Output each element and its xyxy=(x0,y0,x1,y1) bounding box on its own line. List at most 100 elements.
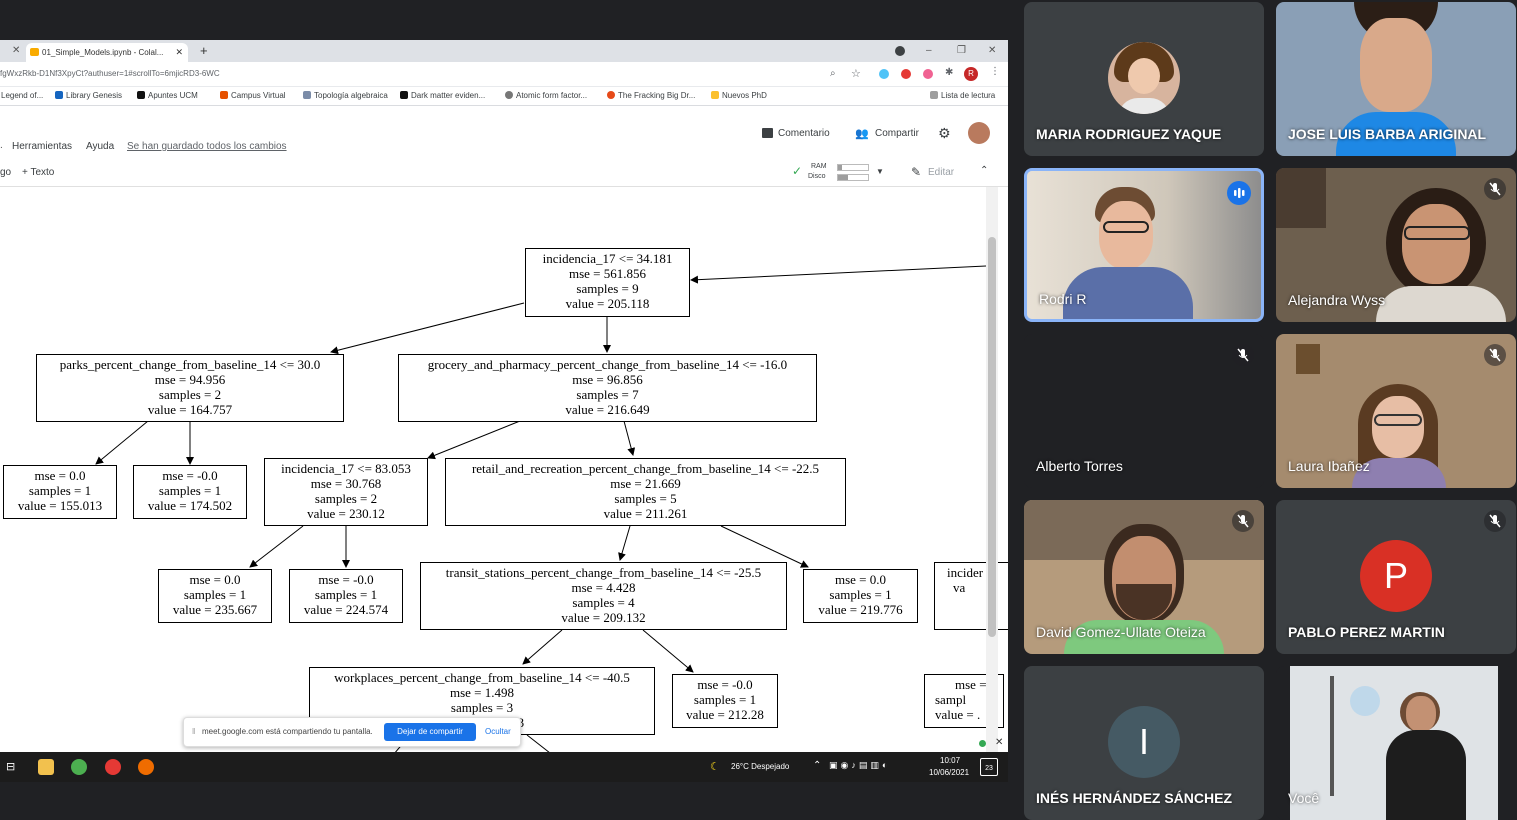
participant-tile[interactable]: David Gomez-Ullate Oteiza xyxy=(1024,500,1264,654)
avatar[interactable] xyxy=(968,122,990,144)
edit-button[interactable]: Editar xyxy=(928,167,954,178)
saved-status[interactable]: Se han guardado todos los cambios xyxy=(127,141,287,152)
tree-output: incidencia_17 <= 34.181 mse = 561.856 samp… xyxy=(0,187,1008,780)
moon-icon: ☾ xyxy=(710,761,720,773)
browser-tab-colab[interactable]: 01_Simple_Models.ipynb - Colal... ✕ xyxy=(26,43,188,62)
extension-icon[interactable] xyxy=(923,69,933,79)
colab-icon xyxy=(30,48,39,56)
edge xyxy=(427,420,521,460)
close-window-icon[interactable]: ✕ xyxy=(988,41,996,60)
status-dot xyxy=(979,740,986,747)
task-view-icon[interactable]: ⊟ xyxy=(6,760,15,773)
new-tab-icon[interactable]: + xyxy=(200,41,208,60)
stop-sharing-button[interactable]: Dejar de compartir xyxy=(384,723,476,741)
edge xyxy=(720,525,809,568)
tree-leaf: mse = -0.0 samples = 1 value = 224.574 xyxy=(289,569,403,623)
participant-name: INÉS HERNÁNDEZ SÁNCHEZ xyxy=(1036,790,1233,806)
kebab-menu-icon[interactable]: ⋮ xyxy=(990,66,1000,77)
participant-tile[interactable]: Laura Ibañez xyxy=(1276,334,1516,488)
bookmark-item[interactable]: Atomic form factor... xyxy=(505,91,587,100)
edge xyxy=(249,525,304,568)
clock-time[interactable]: 10:07 xyxy=(940,756,960,765)
tree-node-grocery: grocery_and_pharmacy_percent_change_from… xyxy=(398,354,817,422)
url-field[interactable]: fgWxzRkb-D1Nf3XpyCt?authuser=1#scrollTo=… xyxy=(0,69,220,78)
record-icon[interactable] xyxy=(895,46,905,56)
clock-date[interactable]: 10/06/2021 xyxy=(929,768,969,777)
tray-chevron-icon[interactable]: ⌃ xyxy=(813,760,821,771)
tree-node-retail: retail_and_recreation_percent_change_fro… xyxy=(445,458,846,526)
add-code-button[interactable]: go xyxy=(0,167,11,178)
zoom-icon[interactable]: ⌕ xyxy=(830,68,836,79)
opera-icon[interactable] xyxy=(901,69,911,79)
drag-handle-icon[interactable]: ‖ xyxy=(192,727,195,736)
edge xyxy=(618,525,631,561)
participant-tile-active-speaker[interactable]: Rodri R xyxy=(1024,168,1264,322)
chrome-icon[interactable] xyxy=(138,759,154,775)
minimize-icon[interactable]: – xyxy=(926,41,932,60)
participant-tile-self[interactable]: Você xyxy=(1276,666,1516,820)
bookmark-item[interactable]: Library Genesis xyxy=(55,91,122,100)
bookmark-folder[interactable]: Nuevos PhD xyxy=(711,91,767,100)
participant-name: MARIA RODRIGUEZ YAQUE xyxy=(1036,126,1222,142)
reading-list[interactable]: Lista de lectura xyxy=(930,91,995,100)
menu-dot: . xyxy=(0,140,3,151)
tree-node-transit: transit_stations_percent_change_from_bas… xyxy=(420,562,787,630)
bookmark-item[interactable]: Legend of... xyxy=(0,91,43,100)
hide-link[interactable]: Ocultar xyxy=(485,727,511,736)
chrome-icon[interactable] xyxy=(71,759,87,775)
profile-avatar[interactable]: R xyxy=(964,67,978,81)
bookmarks-bar: Legend of... Library Genesis Apuntes UCM… xyxy=(0,87,1008,106)
participant-tile[interactable]: MARIA RODRIGUEZ YAQUE xyxy=(1024,2,1264,156)
mic-off-icon xyxy=(1232,344,1254,366)
close-icon[interactable]: ✕ xyxy=(175,43,183,62)
restore-icon[interactable]: ❐ xyxy=(957,41,966,60)
disk-meter xyxy=(837,174,869,181)
puzzle-icon[interactable]: ✱ xyxy=(945,67,953,78)
edge xyxy=(642,629,694,673)
participant-tile[interactable]: I INÉS HERNÁNDEZ SÁNCHEZ xyxy=(1024,666,1264,820)
tab-title: 01_Simple_Models.ipynb - Colal... xyxy=(42,48,164,57)
avatar: I xyxy=(1108,706,1180,778)
bookmark-item[interactable]: The Fracking Big Dr... xyxy=(607,91,695,100)
close-icon[interactable]: ✕ xyxy=(995,737,1003,748)
close-icon[interactable]: ✕ xyxy=(12,41,20,60)
participant-name: Alejandra Wyss xyxy=(1288,292,1386,308)
menu-help[interactable]: Ayuda xyxy=(86,141,114,152)
bookmark-item[interactable]: Topología algebraica xyxy=(303,91,388,100)
participant-name: Rodri R xyxy=(1039,291,1087,307)
participant-video xyxy=(1290,666,1498,820)
participant-name: JOSE LUIS BARBA ARIGINAL xyxy=(1288,126,1487,142)
participant-name: Laura Ibañez xyxy=(1288,458,1370,474)
bookmark-item[interactable]: Dark matter eviden... xyxy=(400,91,485,100)
participant-tile[interactable]: JOSE LUIS BARBA ARIGINAL xyxy=(1276,2,1516,156)
comment-button[interactable]: Comentario xyxy=(778,128,830,139)
menu-tools[interactable]: Herramientas xyxy=(12,141,72,152)
disk-label: Disco xyxy=(808,173,826,180)
participant-tile[interactable]: P PABLO PEREZ MARTIN xyxy=(1276,500,1516,654)
avatar xyxy=(1108,42,1180,114)
chevron-down-icon[interactable]: ▼ xyxy=(876,167,884,176)
add-text-button[interactable]: + Texto xyxy=(22,167,54,178)
notification-icon[interactable]: 23 xyxy=(980,758,998,776)
bookmark-item[interactable]: Campus Virtual xyxy=(220,91,286,100)
screen-share-banner: ‖ meet.google.com está compartiendo tu p… xyxy=(183,717,521,747)
chrome-icon[interactable] xyxy=(105,759,121,775)
edge xyxy=(95,420,149,465)
extension-icon[interactable] xyxy=(879,69,889,79)
star-icon[interactable]: ☆ xyxy=(851,67,861,80)
participant-tile[interactable]: Alberto Torres xyxy=(1024,334,1264,488)
ram-label: RAM xyxy=(811,163,827,170)
participant-tile[interactable]: Alejandra Wyss xyxy=(1276,168,1516,322)
bookmark-item[interactable]: Apuntes UCM xyxy=(137,91,198,100)
chevron-up-icon[interactable]: ⌃ xyxy=(980,165,988,176)
tray-icons[interactable]: ▣◉♪▤▥◐ xyxy=(829,760,890,771)
edge xyxy=(623,420,636,456)
mic-off-icon xyxy=(1484,178,1506,200)
share-button[interactable]: Compartir xyxy=(875,128,919,139)
file-explorer-icon[interactable] xyxy=(38,759,54,775)
vertical-scrollbar[interactable] xyxy=(986,187,998,780)
gear-icon[interactable]: ⚙ xyxy=(938,125,951,142)
ram-meter xyxy=(837,164,869,171)
weather-text[interactable]: 26°C Despejado xyxy=(731,762,789,771)
mic-off-icon xyxy=(1232,510,1254,532)
